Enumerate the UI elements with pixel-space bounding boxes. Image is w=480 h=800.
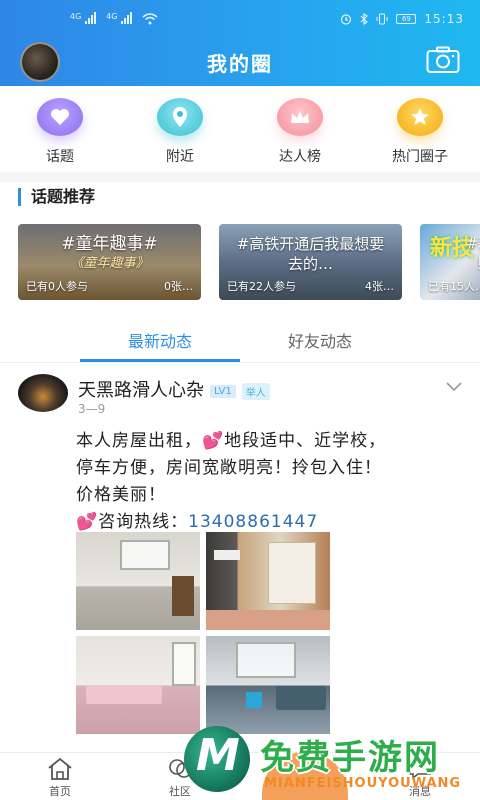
quick-entries: 话题 附近 达人榜 热门圈子 <box>0 86 480 172</box>
quick-label: 附近 <box>166 149 194 165</box>
camera-icon[interactable] <box>426 46 460 74</box>
watermark-logo: M <box>184 726 250 792</box>
topic-name: #高铁开通后我最想要去的… <box>236 235 385 273</box>
page-title: 我的圈 <box>207 51 273 76</box>
topic-name: #童年趣事# 《童年趣事》 <box>61 234 158 271</box>
quick-item-nearby[interactable]: 附近 <box>120 86 240 172</box>
location-icon <box>157 98 203 136</box>
post-photo-grid <box>76 532 336 734</box>
topic-meta: 已有22人参与 4张… <box>227 280 394 293</box>
wifi-icon <box>142 13 158 25</box>
tab-latest[interactable]: 最新动态 <box>80 318 240 362</box>
quick-label: 热门圈子 <box>392 149 448 165</box>
topic-card[interactable]: #高铁开通后我最想要去的… 已有22人参与 4张… <box>219 224 402 300</box>
quick-item-topics[interactable]: 话题 <box>0 86 120 172</box>
status-bar: 4G 4G 69 15:13 <box>0 0 480 38</box>
section-divider <box>0 172 480 182</box>
quick-item-hot-circles[interactable]: 热门圈子 <box>360 86 480 172</box>
nav-home[interactable]: 首页 <box>0 753 120 800</box>
topic-meta: 已有0人参与 0张… <box>26 280 193 293</box>
level-badge: LV1 <box>210 384 236 398</box>
top-bar: 4G 4G 69 15:13 我的圈 <box>0 0 480 86</box>
post-photo[interactable] <box>206 532 330 630</box>
chevron-down-icon[interactable] <box>446 382 462 392</box>
phone-number[interactable]: 13408861447 <box>188 512 318 532</box>
topic-name: #新…照… <box>466 236 480 272</box>
post-photo[interactable] <box>76 636 200 734</box>
heart-icon <box>37 98 83 136</box>
heart-emoji-icon: 💕 <box>76 512 99 532</box>
author-avatar[interactable] <box>18 374 68 412</box>
watermark-title: 免费手游网 <box>260 738 440 778</box>
vibrate-icon <box>376 13 388 25</box>
topic-card[interactable]: 新技 #新…照… 已有15人… <box>420 224 480 300</box>
watermark: M 免费手游网 MIANFEISHOUYOUWANG <box>180 726 480 800</box>
post-photo[interactable] <box>76 532 200 630</box>
star-icon <box>397 98 443 136</box>
alarm-icon <box>341 14 352 25</box>
header: 我的圈 <box>0 38 480 86</box>
author-name[interactable]: 天黑路滑人心杂 LV1 举人 <box>78 376 270 402</box>
clock: 15:13 <box>424 12 464 26</box>
quick-label: 达人榜 <box>279 149 321 165</box>
section-title-topics: 话题推荐 <box>18 188 95 206</box>
post-photo[interactable] <box>206 636 330 734</box>
sim2-signal: 4G <box>106 11 133 27</box>
post-body: 本人房屋出租，💕地段适中、近学校， 停车方便，房间宽敞明亮！拎包入住！ 价格美丽… <box>76 431 387 532</box>
watermark-subtitle: MIANFEISHOUYOUWANG <box>264 776 462 791</box>
post-date: 3—9 <box>78 402 106 416</box>
signal-icon <box>85 11 97 24</box>
feed-tabs: 最新动态 好友动态 <box>0 318 480 362</box>
topic-meta: 已有15人… <box>428 280 480 293</box>
quick-item-ranking[interactable]: 达人榜 <box>240 86 360 172</box>
user-avatar[interactable] <box>20 42 60 82</box>
quick-label: 话题 <box>46 149 74 165</box>
battery-icon: 69 <box>396 14 417 24</box>
home-icon <box>48 757 72 780</box>
topic-card[interactable]: #童年趣事# 《童年趣事》 已有0人参与 0张… <box>18 224 201 300</box>
crown-icon <box>277 98 323 136</box>
tab-friends[interactable]: 好友动态 <box>240 318 400 362</box>
heart-emoji-icon: 💕 <box>202 431 225 451</box>
role-badge: 举人 <box>241 382 270 400</box>
sim1-signal: 4G <box>70 11 97 27</box>
bluetooth-icon <box>361 13 369 25</box>
topic-carousel[interactable]: #童年趣事# 《童年趣事》 已有0人参与 0张… #高铁开通后我最想要去的… 已有… <box>18 224 480 302</box>
signal-icon <box>121 11 133 24</box>
tab-underline-divider <box>0 362 480 363</box>
